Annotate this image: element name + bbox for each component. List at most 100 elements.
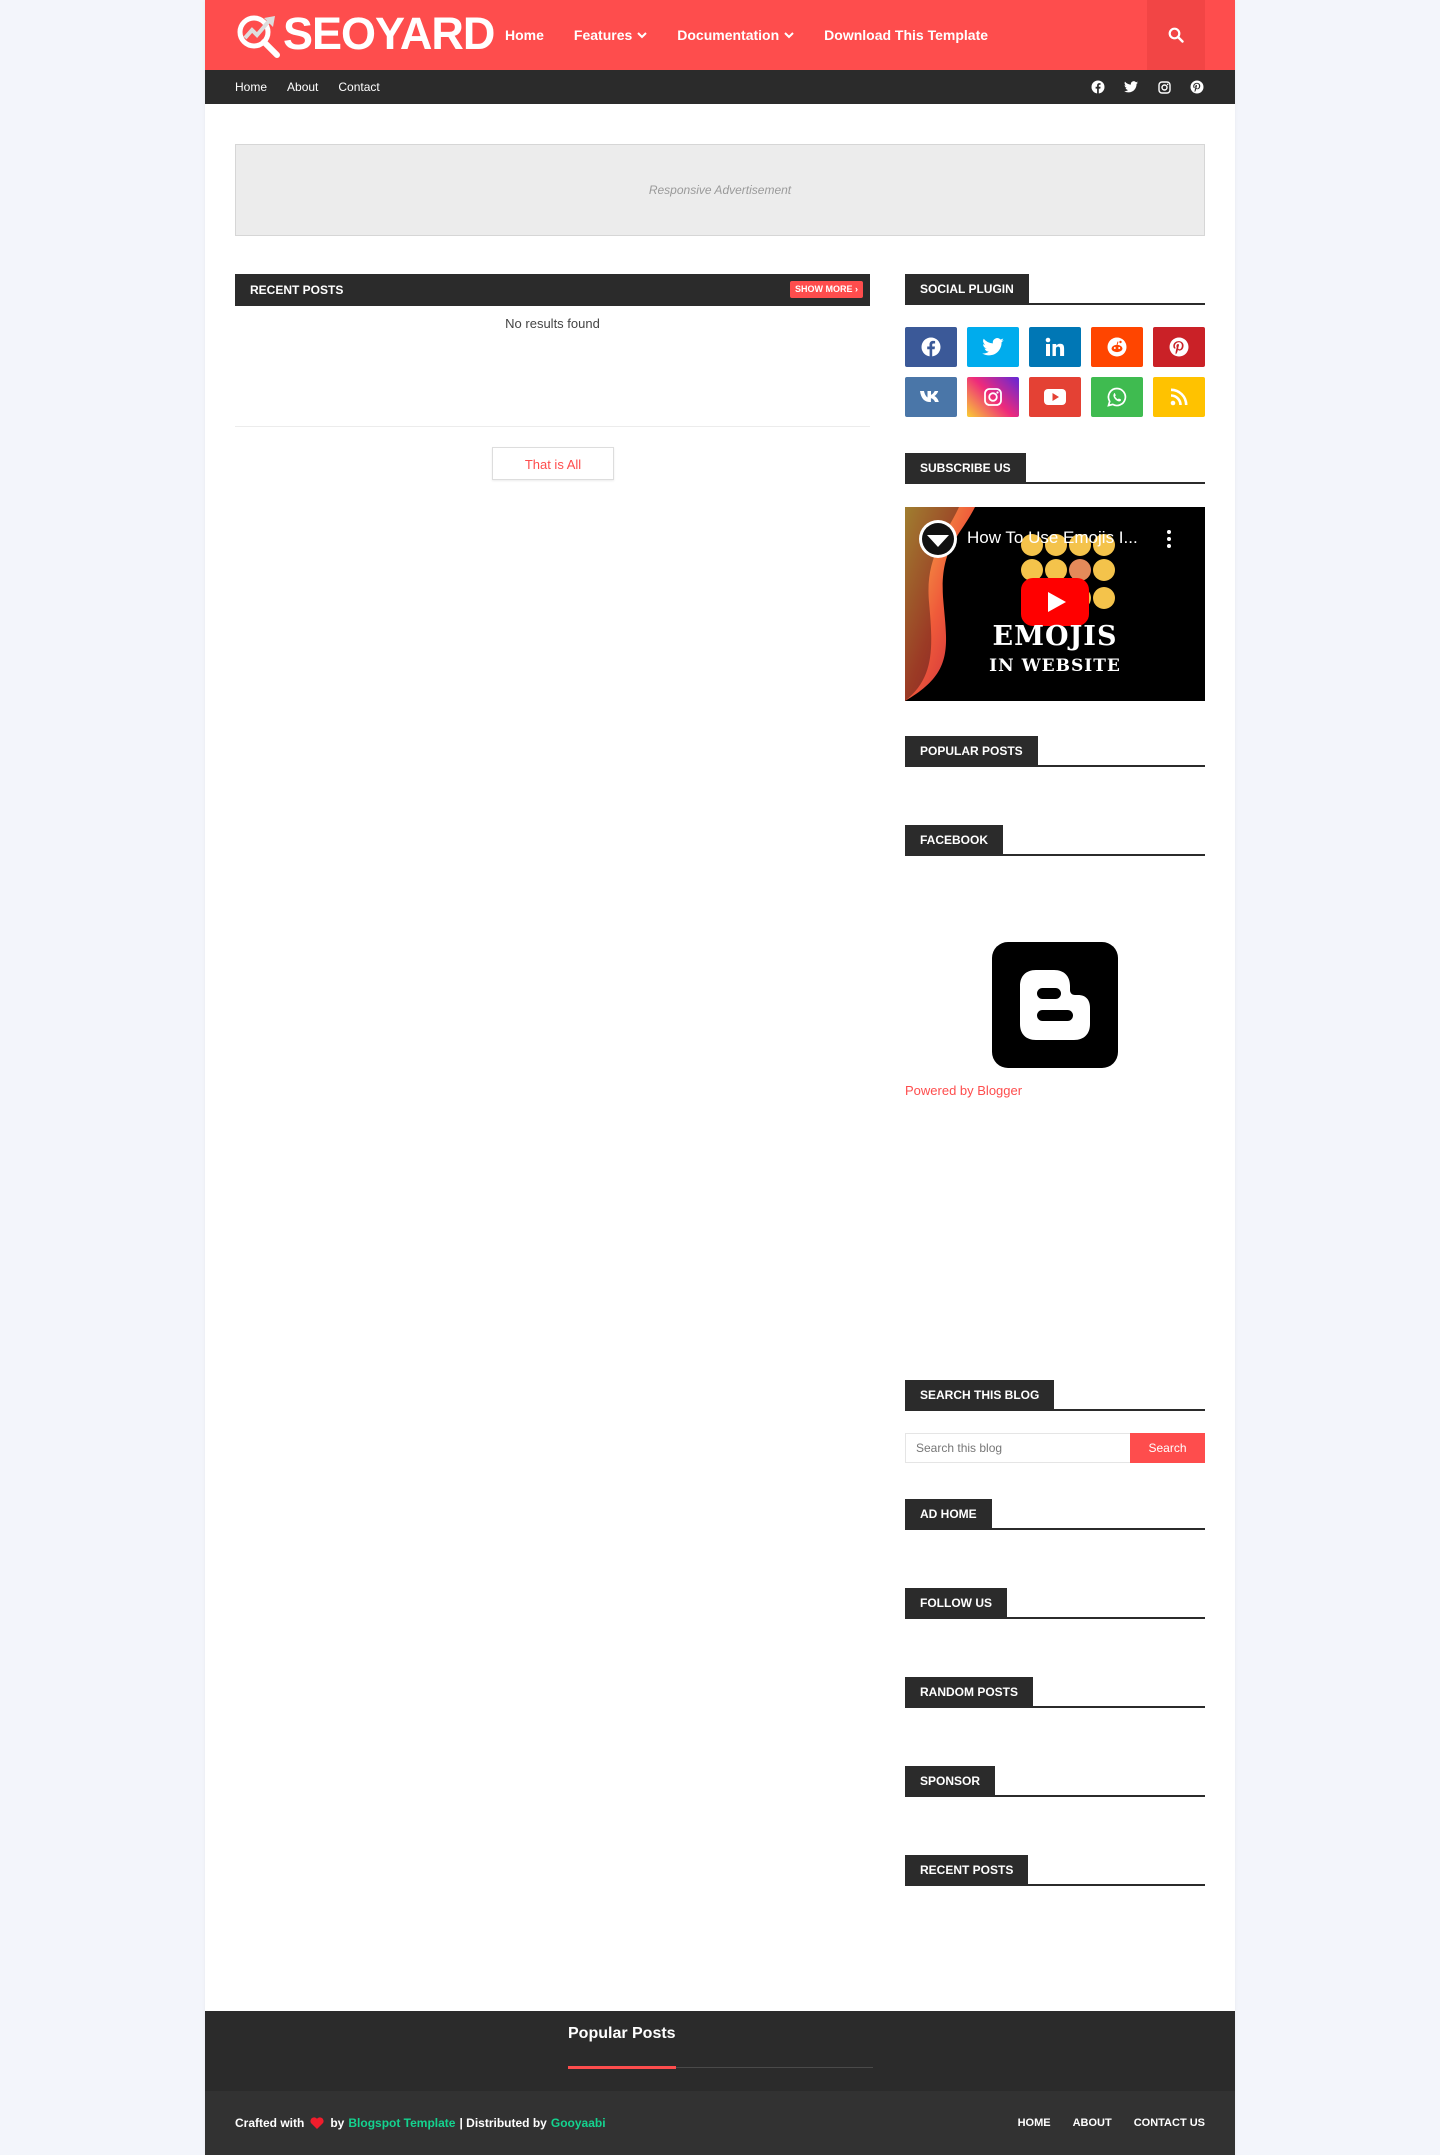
blog-search-input[interactable] [905,1433,1130,1463]
widget-popular-posts: POPULAR POSTS [905,736,1205,767]
widget-header: SPONSOR [905,1766,1205,1797]
rss-icon [1170,388,1188,406]
reddit-button[interactable] [1091,327,1143,367]
pinterest-icon[interactable] [1189,79,1205,95]
logo-magnifier-icon [237,15,280,58]
footer-nav-contact[interactable]: CONTACT US [1134,2117,1205,2129]
nav-features-label: Features [573,27,633,43]
that-is-all-button[interactable]: That is All [492,447,614,480]
header-social-links [1073,70,1205,104]
video-line-2: IN WEBSITE [989,656,1121,676]
footer-nav-about[interactable]: ABOUT [1073,2117,1112,2129]
instagram-icon [984,388,1002,406]
nav-features[interactable]: Features [574,27,647,43]
facebook-button[interactable] [905,327,957,367]
chevron-down-icon [637,32,647,39]
gooyaabi-link[interactable]: Gooyaabi [551,2091,606,2155]
top-header: SEOYARD Home Features Documentation Down… [205,0,1235,70]
widget-sponsor: SPONSOR [905,1766,1205,1797]
reddit-icon [1107,337,1127,357]
youtube-play-icon[interactable] [1021,578,1089,626]
whatsapp-icon [1107,387,1127,407]
linkedin-button[interactable] [1029,327,1081,367]
heart-icon [310,2117,324,2129]
vk-button[interactable] [905,377,957,417]
more-options-icon[interactable] [1166,529,1172,549]
logo-text: SEOYARD [283,8,495,59]
divider [235,426,870,427]
secondary-bar: Home About Contact [205,70,1235,104]
youtube-video-embed[interactable]: How To Use Emojis I... EMOJIS IN WEBSITE [905,507,1205,701]
widget-subscribe: SUBSCRIBE US [905,453,1205,484]
facebook-icon[interactable] [1090,79,1106,95]
widget-header: SOCIAL PLUGIN [905,274,1205,305]
blogger-b-shape [1020,970,1090,1040]
nav-documentation[interactable]: Documentation [677,27,794,43]
instagram-button[interactable] [967,377,1019,417]
search-icon [1168,27,1184,43]
footer-popular-posts-title: Popular Posts [568,2025,676,2042]
blogger-icon[interactable] [992,942,1118,1068]
blog-search-button[interactable]: Search [1130,1433,1205,1463]
main-nav: Home Features Documentation Download Thi… [505,0,1018,70]
widget-ad-home: AD HOME [905,1499,1205,1530]
whatsapp-button[interactable] [1091,377,1143,417]
widget-header: RECENT POSTS [905,1855,1205,1886]
recent-posts-title: RECENT POSTS [250,283,344,297]
widget-header: AD HOME [905,1499,1205,1530]
facebook-icon [921,337,941,357]
footer-title-accent [568,2066,676,2069]
widget-title: FOLLOW US [905,1588,1007,1619]
credit-prefix: Crafted with [235,2116,305,2130]
widget-header: RANDOM POSTS [905,1677,1205,1708]
page-container: SEOYARD Home Features Documentation Down… [205,0,1235,2155]
show-more-label: SHOW MORE [795,284,853,294]
widget-follow-us: FOLLOW US [905,1588,1205,1619]
secondary-nav: Home About Contact [235,70,400,104]
nav-home[interactable]: Home [505,27,544,43]
widget-facebook: FACEBOOK [905,825,1205,856]
nav-download-template[interactable]: Download This Template [824,27,988,43]
subnav-about[interactable]: About [287,80,318,94]
footer-bottom-bar: Crafted with by Blogspot Template | Dist… [205,2091,1235,2155]
powered-by-blogger-link[interactable]: Powered by Blogger [905,1083,1022,1098]
credit-separator: | Distributed by [459,2116,547,2130]
widget-header: FACEBOOK [905,825,1205,856]
widget-header: SEARCH THIS BLOG [905,1380,1205,1411]
vk-icon [920,391,939,402]
site-logo[interactable]: SEOYARD [235,8,495,60]
widget-title: AD HOME [905,1499,992,1530]
blog-search-form: Search [905,1433,1205,1463]
footer-popular-posts: Popular Posts [568,2025,873,2069]
header-search-button[interactable] [1147,0,1205,70]
twitter-button[interactable] [967,327,1019,367]
twitter-icon [982,338,1004,356]
no-results-text: No results found [505,316,600,331]
twitter-icon[interactable] [1123,79,1139,95]
footer-nav: HOME ABOUT CONTACT US [996,2091,1205,2155]
widget-random-posts: RANDOM POSTS [905,1677,1205,1708]
ad-text: Responsive Advertisement [648,183,792,197]
recent-posts-header: RECENT POSTS SHOW MORE › [235,274,870,306]
widget-title: RECENT POSTS [905,1855,1029,1886]
instagram-icon[interactable] [1156,79,1172,95]
youtube-button[interactable] [1029,377,1081,417]
footer-nav-home[interactable]: HOME [1018,2117,1051,2129]
subnav-home[interactable]: Home [235,80,267,94]
chevron-down-icon [784,32,794,39]
ad-banner: Responsive Advertisement [235,144,1205,236]
subnav-contact[interactable]: Contact [338,80,379,94]
linkedin-icon [1045,337,1065,356]
widget-header: FOLLOW US [905,1588,1205,1619]
blogspot-template-link[interactable]: Blogspot Template [348,2091,455,2155]
rss-button[interactable] [1153,377,1205,417]
footer-credit: Crafted with by Blogspot Template | Dist… [235,2091,610,2155]
pinterest-button[interactable] [1153,327,1205,367]
widget-recent-posts: RECENT POSTS [905,1855,1205,1886]
nav-home-label: Home [505,27,544,43]
widget-title: POPULAR POSTS [905,736,1038,767]
widget-social-plugin: SOCIAL PLUGIN [905,274,1205,305]
credit-by: by [330,2116,345,2130]
show-more-button[interactable]: SHOW MORE › [790,281,863,298]
widget-header: SUBSCRIBE US [905,453,1205,484]
